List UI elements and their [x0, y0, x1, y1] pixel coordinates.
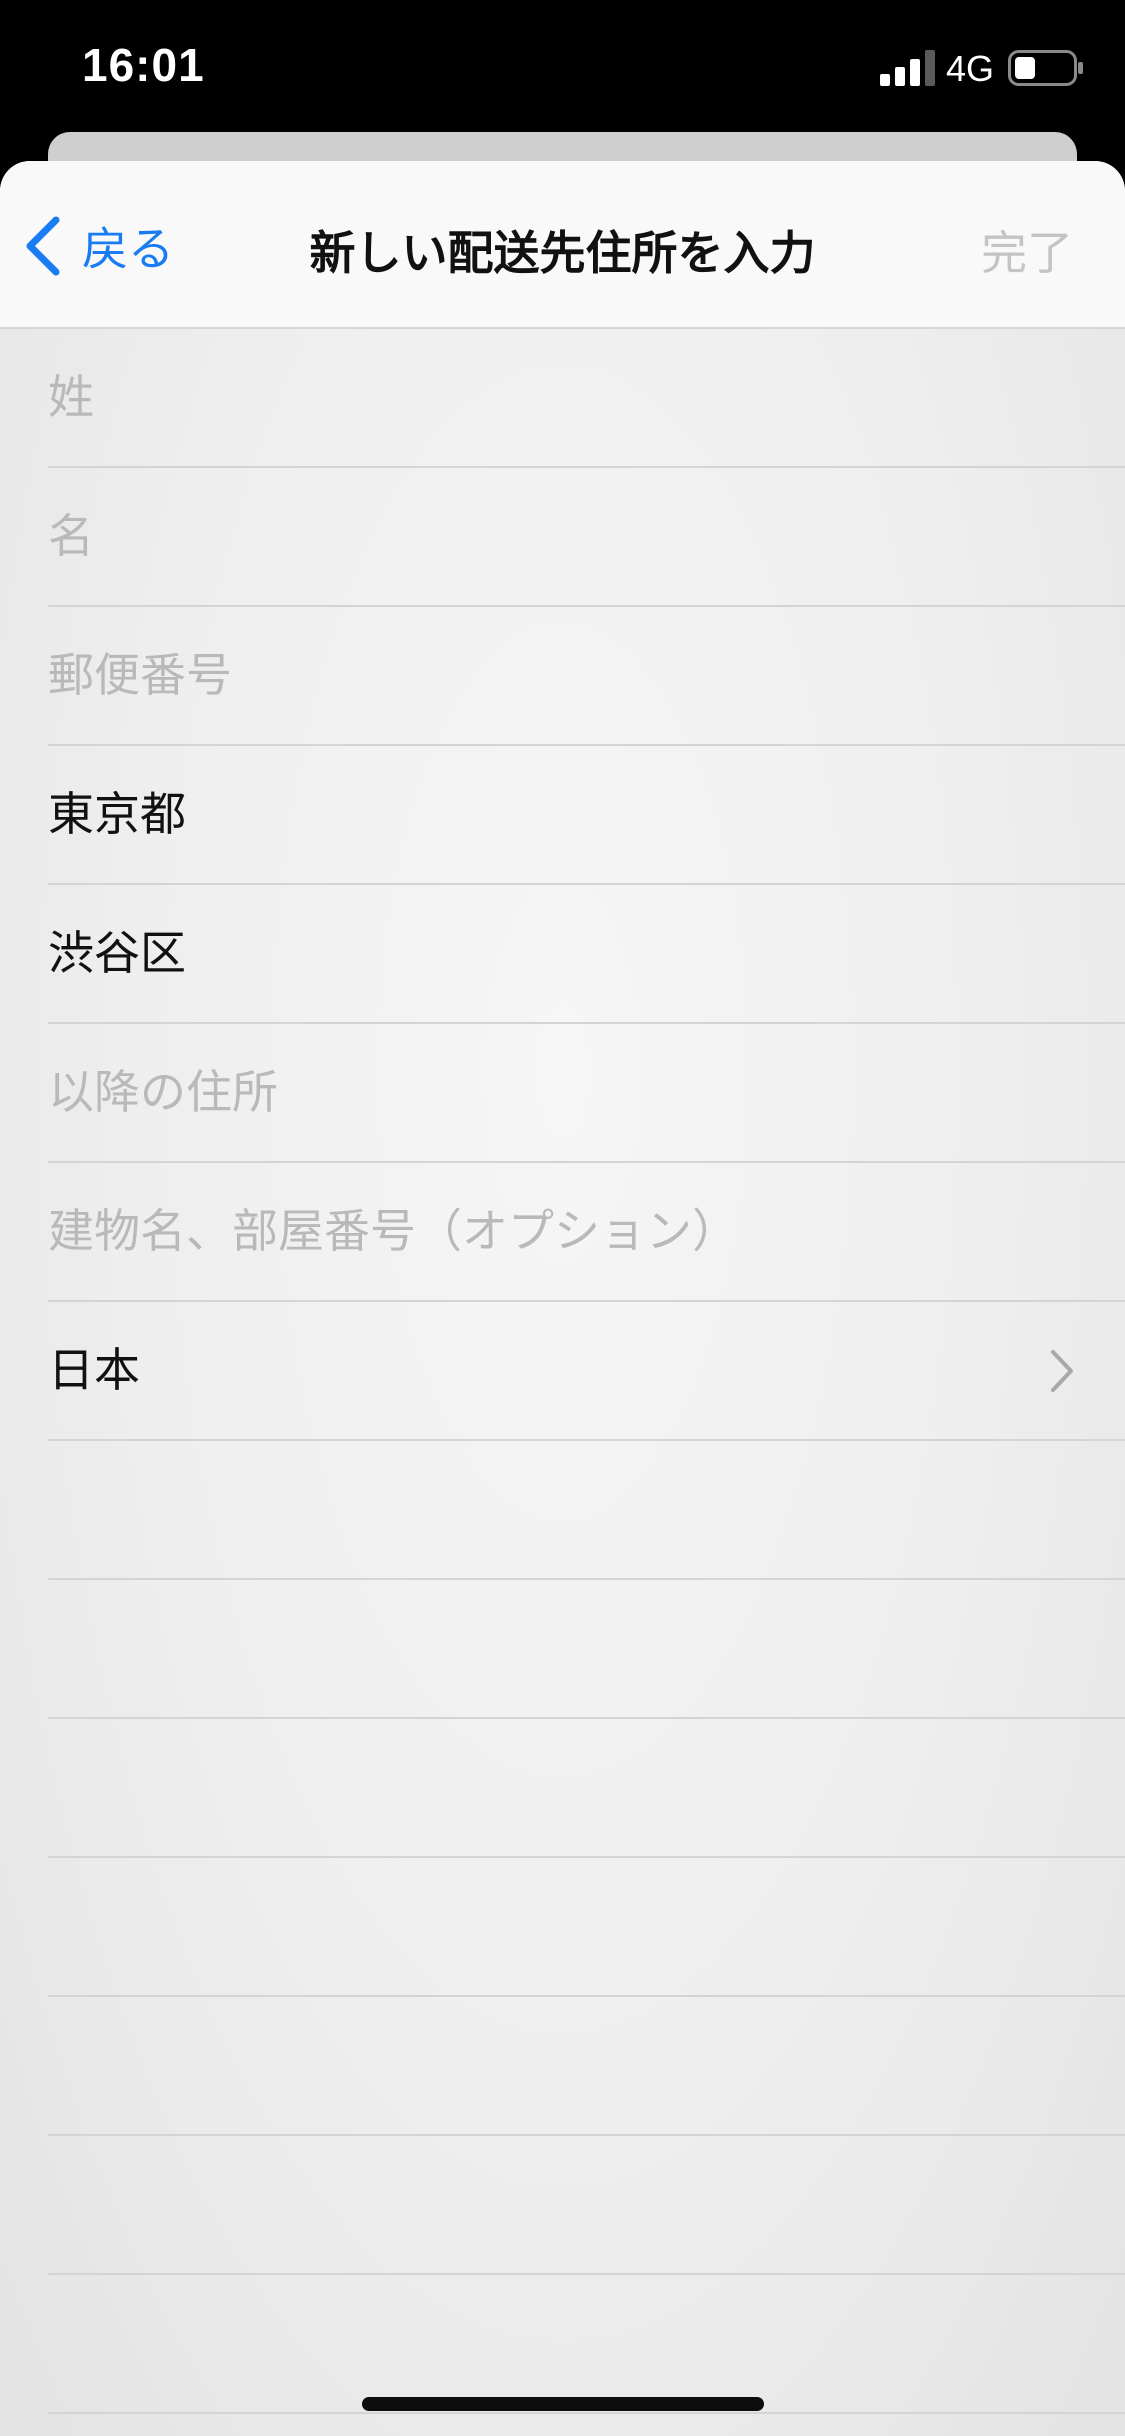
- postal-code-row: [48, 607, 1125, 746]
- empty-row: [48, 2275, 1125, 2414]
- prefecture-field[interactable]: 東京都: [48, 746, 1125, 883]
- chevron-left-icon: [26, 216, 60, 276]
- building-field[interactable]: [48, 1163, 1125, 1300]
- building-row: [48, 1163, 1125, 1302]
- postal-code-field[interactable]: [48, 607, 1125, 744]
- chevron-right-icon: [1051, 1350, 1073, 1392]
- empty-row: [48, 1719, 1125, 1858]
- empty-row: [48, 1997, 1125, 2136]
- empty-row: [48, 1441, 1125, 1580]
- battery-low-icon: [1008, 50, 1083, 86]
- city-field[interactable]: 渋谷区: [48, 885, 1125, 1022]
- address-line-field[interactable]: [48, 1024, 1125, 1161]
- back-button-label: 戻る: [82, 222, 174, 276]
- address-form: 東京都 渋谷区 日本: [0, 329, 1125, 2414]
- first-name-row: [48, 468, 1125, 607]
- network-label: 4G: [946, 48, 995, 89]
- home-indicator[interactable]: [362, 2397, 764, 2411]
- signal-bars-icon: [880, 50, 935, 86]
- status-time: 16:01: [82, 39, 205, 91]
- navigation-bar: 新しい配送先住所を入力 戻る 完了: [0, 161, 1125, 329]
- address-line-row: [48, 1024, 1125, 1163]
- status-bar: 16:01 4G: [0, 0, 1125, 150]
- address-sheet: 新しい配送先住所を入力 戻る 完了 東京都 渋谷区: [0, 161, 1125, 2436]
- done-button[interactable]: 完了: [981, 217, 1073, 283]
- empty-row: [48, 1580, 1125, 1719]
- last-name-row: [48, 329, 1125, 468]
- back-button[interactable]: 戻る: [22, 211, 174, 281]
- country-row[interactable]: 日本: [48, 1302, 1125, 1441]
- empty-row: [48, 1858, 1125, 1997]
- first-name-field[interactable]: [48, 468, 1125, 605]
- prefecture-row: 東京都: [48, 746, 1125, 885]
- last-name-field[interactable]: [48, 329, 1125, 466]
- country-field[interactable]: 日本: [48, 1302, 1125, 1439]
- city-row: 渋谷区: [48, 885, 1125, 1024]
- empty-row: [48, 2136, 1125, 2275]
